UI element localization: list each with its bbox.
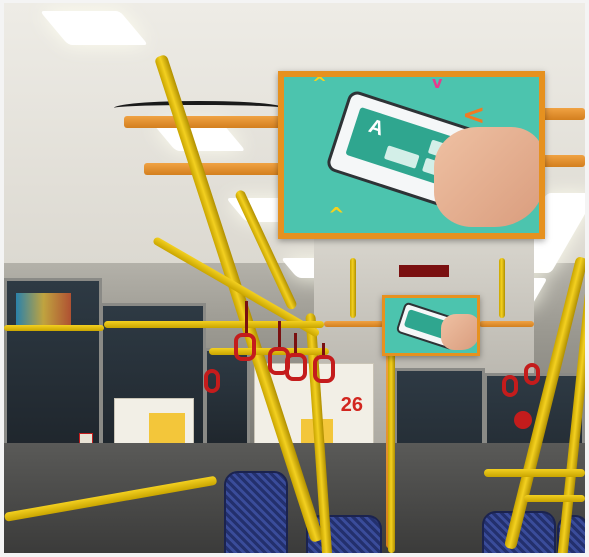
window-reflection — [16, 293, 71, 325]
grab-handle-7[interactable] — [524, 363, 540, 385]
chevron-decoration-bottom: ^ — [328, 203, 345, 227]
chevron-decoration-orange: < — [462, 98, 486, 131]
overhead-bar-5 — [324, 321, 384, 327]
strap-3 — [294, 333, 297, 355]
handrail-window-left — [4, 325, 104, 331]
bus-interior-scene: 26 ^ v < ^ A — [4, 3, 585, 553]
handrail-rear-left — [350, 258, 356, 318]
chevron-decoration-pink: v — [432, 73, 443, 92]
overhead-bar-6 — [479, 321, 534, 327]
grab-handle-4[interactable] — [313, 355, 335, 383]
app-letter: A — [366, 114, 387, 141]
handrail-seat-back — [484, 469, 585, 477]
grab-handle-3[interactable] — [285, 353, 307, 381]
handrail-rear-right — [499, 258, 505, 318]
ad-monitor-small — [382, 295, 480, 356]
chevron-decoration-yellow: ^ — [312, 73, 328, 94]
handrail-seat-back-2 — [524, 495, 585, 502]
handrail-horizontal-window — [104, 321, 324, 328]
overhead-bar-2 — [144, 163, 294, 175]
overhead-bar-4 — [539, 155, 585, 167]
grab-handle-6[interactable] — [502, 375, 518, 397]
seat-front-left — [224, 471, 288, 553]
no-entry-sign — [514, 411, 532, 429]
strap-1 — [245, 301, 248, 337]
route-number: 26 — [340, 394, 363, 416]
grab-handle-1[interactable] — [234, 333, 256, 361]
hand-holding-phone-small — [441, 314, 477, 350]
destination-display — [399, 265, 449, 277]
overhead-bar-1 — [124, 116, 294, 128]
overhead-bar-3 — [539, 108, 585, 120]
hand-holding-phone — [434, 127, 539, 227]
ad-monitor-large: ^ v < ^ A — [278, 71, 545, 239]
cable — [114, 101, 284, 115]
grab-handle-5[interactable] — [204, 369, 220, 393]
